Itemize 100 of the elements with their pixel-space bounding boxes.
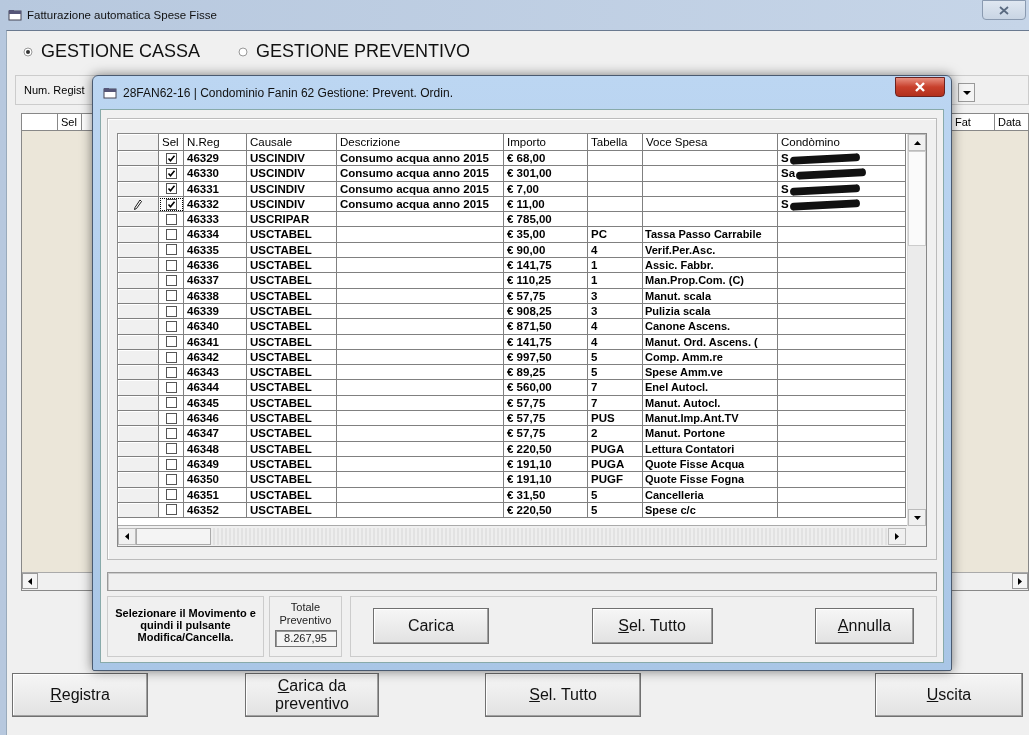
checkbox[interactable] [165,473,177,485]
checkbox[interactable] [165,320,177,332]
table-cell: Manut. Portone [643,426,778,442]
checkbox[interactable] [165,397,177,409]
checkbox[interactable] [165,152,177,164]
table-cell: PC [588,227,643,243]
dialog-button[interactable]: Sel. Tutto [591,608,713,645]
table-cell: USCTABEL [247,380,337,396]
horizontal-scrollbar[interactable] [118,525,926,546]
row-header[interactable] [118,411,159,427]
radio-button[interactable]: GESTIONE CASSA [23,38,201,65]
checkbox[interactable] [165,336,177,348]
table-cell: USCINDIV [247,151,337,167]
action-button[interactable]: Carica da preventivo [245,673,379,717]
table-cell: 46351 [184,487,247,503]
checkbox[interactable] [165,198,177,210]
checkbox[interactable] [165,458,177,470]
column-header[interactable]: N.Reg [184,134,247,151]
row-header[interactable] [118,258,159,274]
checkbox[interactable] [165,366,177,378]
column-header[interactable]: Tabella [588,134,643,151]
table-cell: Tassa Passo Carrabile [643,227,778,243]
dialog-button[interactable]: Carica [373,608,489,645]
checkbox[interactable] [165,290,177,302]
table-cell: 46342 [184,349,247,366]
row-header[interactable] [118,365,159,381]
table-cell: 46336 [184,258,247,274]
column-header[interactable]: Condòmino [778,134,906,151]
row-header[interactable] [118,472,159,488]
scroll-arrow-button[interactable] [22,573,38,589]
row-header[interactable] [118,166,159,182]
close-button[interactable] [895,77,945,97]
row-header [118,134,159,151]
checkbox[interactable] [165,305,177,317]
checkbox[interactable] [165,167,177,179]
column-header[interactable]: Descrizione [337,134,504,151]
action-button[interactable]: Uscita [875,673,1023,717]
checkbox[interactable] [165,229,177,241]
checkbox[interactable] [165,213,177,225]
checkbox[interactable] [165,351,177,363]
table-cell: USCRIPAR [247,212,337,228]
checkbox[interactable] [165,443,177,455]
row-header[interactable] [118,426,159,442]
table-cell: Man.Prop.Com. (C) [643,273,778,289]
checkbox[interactable] [165,428,177,439]
table-cell: € 191,10 [504,472,588,488]
row-header[interactable] [118,273,159,289]
scrollbar-thumb[interactable] [136,527,211,545]
checkbox[interactable] [165,244,177,256]
table-cell: USCTABEL [247,319,337,335]
scroll-arrow-button[interactable] [908,509,926,526]
column-header[interactable]: Importo [504,134,588,151]
table-cell: 5 [588,349,643,366]
vertical-scrollbar[interactable] [907,134,926,526]
row-header[interactable] [118,227,159,243]
table-cell [588,196,643,213]
row-header[interactable] [118,212,159,228]
table-cell: 46333 [184,212,247,228]
row-header[interactable] [118,151,159,167]
table-cell: € 908,25 [504,303,588,320]
scrollbar-thumb[interactable] [908,151,926,246]
table-cell: 1 [588,273,643,289]
table-cell: € 57,75 [504,426,588,442]
column-header[interactable]: Causale [247,134,337,151]
table-cell: 4 [588,334,643,350]
table-cell: Spese Amm.ve [643,365,778,381]
scroll-arrow-button[interactable] [908,134,926,151]
scroll-arrow-button[interactable] [1012,573,1028,589]
table-cell: PUS [588,411,643,427]
radio-button[interactable]: GESTIONE PREVENTIVO [238,38,471,65]
data-grid[interactable] [117,133,927,547]
table-cell: 46340 [184,319,247,335]
checkbox[interactable] [165,504,177,516]
table-cell: 7 [588,380,643,396]
table-cell: Enel Autocl. [643,380,778,396]
row-header[interactable] [118,319,159,335]
column-header[interactable]: Sel [159,134,184,151]
checkbox[interactable] [165,183,177,195]
checkbox[interactable] [165,412,177,424]
column-header[interactable]: Voce Spesa [643,134,778,151]
table-cell: € 785,00 [504,212,588,228]
action-button[interactable]: Registra [12,673,148,717]
row-header[interactable] [118,380,159,396]
column-header: Data [994,114,1028,130]
table-cell: Manut. scala [643,288,778,304]
caret-right-icon [895,532,899,540]
table-cell: € 220,50 [504,502,588,519]
checkbox[interactable] [165,489,177,501]
table-cell: 46341 [184,334,247,350]
dialog-button[interactable]: Annulla [815,608,914,645]
scroll-arrow-button[interactable] [888,527,906,545]
table-cell: 46345 [184,395,247,412]
table-cell: USCTABEL [247,411,337,427]
scroll-arrow-button[interactable] [118,527,136,545]
dropdown-button[interactable] [958,83,975,102]
checkbox[interactable] [165,259,177,271]
checkbox[interactable] [165,382,177,394]
table-cell: 46346 [184,411,247,427]
action-button[interactable]: Sel. Tutto [485,673,641,717]
checkbox[interactable] [165,275,177,286]
